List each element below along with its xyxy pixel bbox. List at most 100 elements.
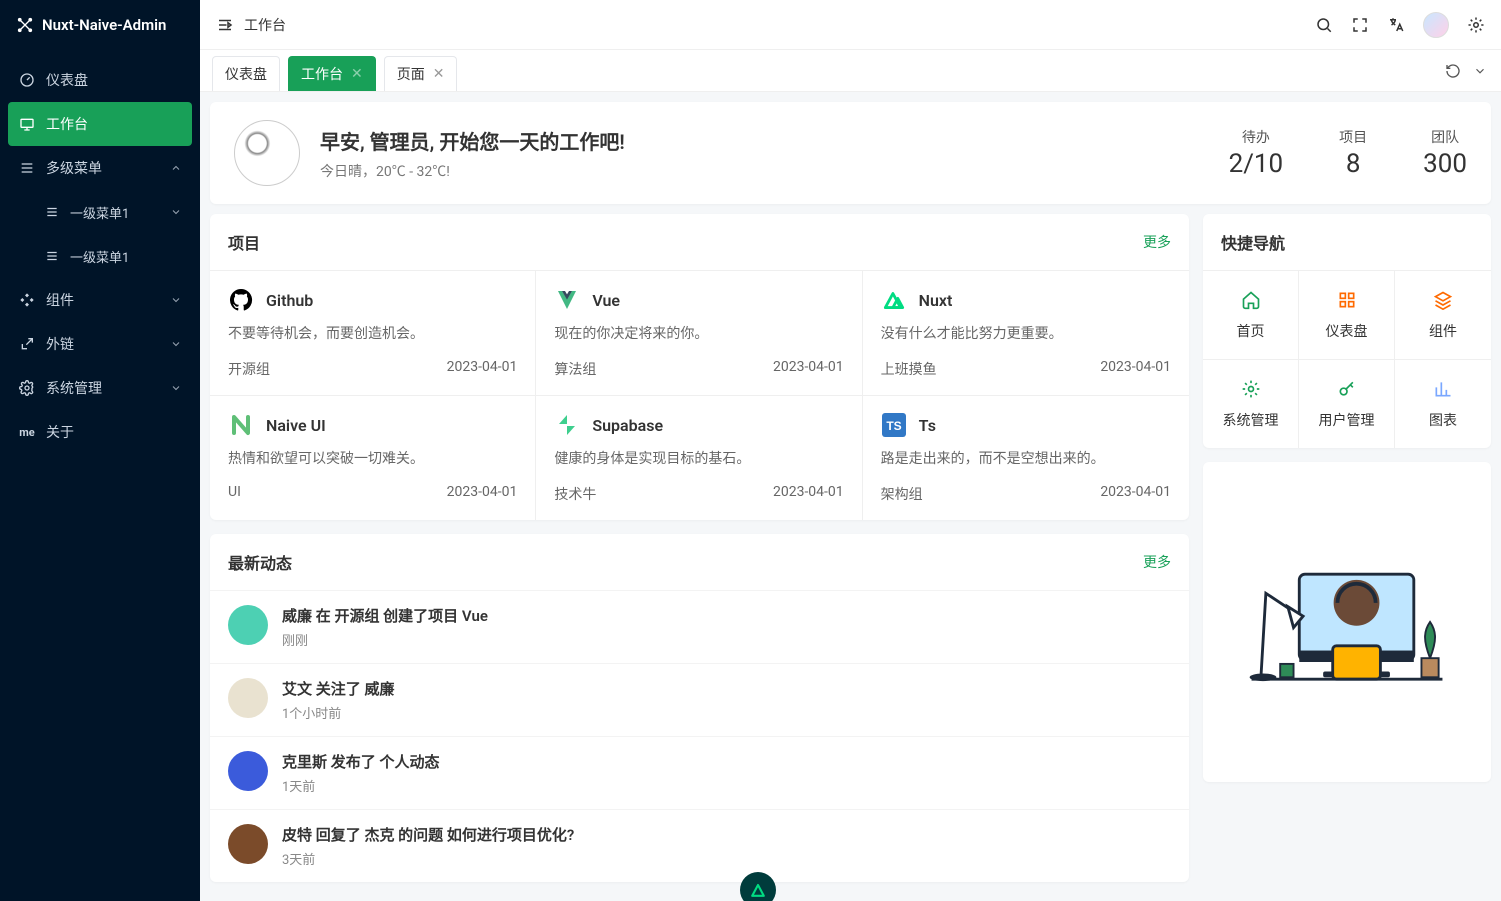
fullscreen-icon[interactable] xyxy=(1351,16,1369,34)
stat-value: 8 xyxy=(1339,149,1367,179)
project-cell[interactable]: Github不要等待机会，而要创造机会。开源组2023-04-01 xyxy=(210,270,536,395)
avatar xyxy=(228,605,268,645)
stat-label: 团队 xyxy=(1423,127,1467,147)
reload-icon[interactable] xyxy=(1445,63,1461,79)
key-icon xyxy=(1299,378,1394,400)
quicknav-label: 仪表盘 xyxy=(1299,321,1394,341)
grid-icon xyxy=(1299,289,1394,311)
hero-title: 早安, 管理员, 开始您一天的工作吧! xyxy=(320,126,625,155)
quicknav-item[interactable]: 系统管理 xyxy=(1203,359,1299,448)
illustration-card xyxy=(1203,462,1491,782)
sidebar-item-submenu-2[interactable]: 一级菜单1 xyxy=(0,234,200,278)
sidebar-item-about[interactable]: me 关于 xyxy=(0,410,200,454)
tab-dashboard[interactable]: 仪表盘 xyxy=(212,56,280,91)
chevron-down-icon xyxy=(170,294,182,306)
close-icon[interactable]: ✕ xyxy=(351,66,363,82)
gear-icon[interactable] xyxy=(1467,16,1485,34)
project-desc: 不要等待机会，而要创造机会。 xyxy=(228,323,517,343)
project-group: UI xyxy=(228,484,241,500)
nuxt-fab[interactable] xyxy=(740,872,776,901)
chevron-down-icon xyxy=(170,382,182,394)
activity-title: 克里斯 发布了 个人动态 xyxy=(282,751,439,772)
stat-label: 项目 xyxy=(1339,127,1367,147)
sidebar-item-multimenu[interactable]: 多级菜单 xyxy=(0,146,200,190)
project-cell[interactable]: TSTs路是走出来的，而不是空想出来的。架构组2023-04-01 xyxy=(863,395,1189,520)
sidebar-item-label: 一级菜单1 xyxy=(70,203,129,222)
more-link[interactable]: 更多 xyxy=(1143,232,1171,252)
menu-icon xyxy=(44,249,60,263)
quicknav-item[interactable]: 图表 xyxy=(1395,359,1491,448)
chevron-down-icon xyxy=(170,338,182,350)
tab-label: 页面 xyxy=(397,64,425,84)
me-icon: me xyxy=(18,426,36,439)
project-cell[interactable]: Supabase健康的身体是实现目标的基石。技术牛2023-04-01 xyxy=(536,395,862,520)
quicknav-label: 图表 xyxy=(1395,410,1491,430)
tabs-bar: 仪表盘 工作台 ✕ 页面 ✕ xyxy=(200,50,1501,92)
activity-time: 刚刚 xyxy=(282,630,488,649)
project-cell[interactable]: Nuxt没有什么才能比努力更重要。上班摸鱼2023-04-01 xyxy=(863,270,1189,395)
settings-icon xyxy=(18,380,36,396)
activity-item[interactable]: 克里斯 发布了 个人动态1天前 xyxy=(210,736,1189,809)
sidebar-item-components[interactable]: 组件 xyxy=(0,278,200,322)
sidebar-item-submenu-1[interactable]: 一级菜单1 xyxy=(0,190,200,234)
main: 工作台 仪表盘 工作台 ✕ 页面 ✕ xyxy=(200,0,1501,901)
chevron-down-icon[interactable] xyxy=(1473,64,1487,78)
ts-icon: TS xyxy=(881,412,907,438)
close-icon[interactable]: ✕ xyxy=(433,66,445,82)
supabase-icon xyxy=(554,412,580,438)
card-title: 项目 xyxy=(228,230,260,254)
sidebar-item-label: 外链 xyxy=(46,334,74,354)
tab-label: 工作台 xyxy=(301,64,343,84)
sidebar-item-external[interactable]: 外链 xyxy=(0,322,200,366)
project-group: 算法组 xyxy=(554,359,596,379)
sidebar-item-label: 多级菜单 xyxy=(46,158,102,178)
project-cell[interactable]: Naive UI热情和欲望可以突破一切难关。UI2023-04-01 xyxy=(210,395,536,520)
menu-icon xyxy=(44,205,60,219)
external-icon xyxy=(18,336,36,352)
activity-card: 最新动态 更多 威廉 在 开源组 创建了项目 Vue刚刚艾文 关注了 威廉 1个小… xyxy=(210,534,1189,882)
home-icon xyxy=(1203,289,1298,311)
hero-card: 早安, 管理员, 开始您一天的工作吧! 今日晴，20℃ - 32℃! 待办 2/… xyxy=(210,102,1491,204)
language-icon[interactable] xyxy=(1387,16,1405,34)
menu-icon xyxy=(18,160,36,176)
tab-workbench[interactable]: 工作台 ✕ xyxy=(288,56,376,91)
activity-title: 艾文 关注了 威廉 xyxy=(282,678,394,699)
sidebar-item-dashboard[interactable]: 仪表盘 xyxy=(0,58,200,102)
quicknav-label: 系统管理 xyxy=(1203,410,1298,430)
quicknav-item[interactable]: 组件 xyxy=(1395,270,1491,359)
tab-label: 仪表盘 xyxy=(225,64,267,84)
activity-time: 1个小时前 xyxy=(282,703,394,722)
workbench-icon xyxy=(18,116,36,132)
tab-page[interactable]: 页面 ✕ xyxy=(384,56,458,91)
quicknav-label: 组件 xyxy=(1395,321,1491,341)
quicknav-item[interactable]: 仪表盘 xyxy=(1299,270,1395,359)
quicknav-item[interactable]: 用户管理 xyxy=(1299,359,1395,448)
sidebar: Nuxt-Naive-Admin 仪表盘 工作台 多级菜单 一级菜单1 xyxy=(0,0,200,901)
project-group: 上班摸鱼 xyxy=(881,359,937,379)
sidebar-item-workbench[interactable]: 工作台 xyxy=(8,102,192,146)
project-cell[interactable]: Vue现在的你决定将来的你。算法组2023-04-01 xyxy=(536,270,862,395)
activity-item[interactable]: 艾文 关注了 威廉 1个小时前 xyxy=(210,663,1189,736)
brand[interactable]: Nuxt-Naive-Admin xyxy=(0,0,200,50)
brand-text: Nuxt-Naive-Admin xyxy=(42,16,166,34)
project-desc: 路是走出来的，而不是空想出来的。 xyxy=(881,448,1171,468)
project-date: 2023-04-01 xyxy=(447,359,518,379)
dashboard-icon xyxy=(18,72,36,88)
project-name: Supabase xyxy=(592,416,663,435)
sidebar-item-label: 一级菜单1 xyxy=(70,247,129,266)
stat-todo: 待办 2/10 xyxy=(1229,127,1284,179)
quicknav-item[interactable]: 首页 xyxy=(1203,270,1299,359)
sidebar-item-system[interactable]: 系统管理 xyxy=(0,366,200,410)
more-link[interactable]: 更多 xyxy=(1143,552,1171,572)
project-name: Vue xyxy=(592,291,620,310)
collapse-icon[interactable] xyxy=(216,16,234,34)
activity-item[interactable]: 皮特 回复了 杰克 的问题 如何进行项目优化?3天前 xyxy=(210,809,1189,882)
avatar[interactable] xyxy=(1423,12,1449,38)
card-title: 最新动态 xyxy=(228,550,292,574)
activity-item[interactable]: 威廉 在 开源组 创建了项目 Vue刚刚 xyxy=(210,590,1189,663)
project-name: Naive UI xyxy=(266,416,326,435)
activity-time: 3天前 xyxy=(282,849,574,868)
project-name: Ts xyxy=(919,416,936,435)
github-icon xyxy=(228,287,254,313)
search-icon[interactable] xyxy=(1315,16,1333,34)
